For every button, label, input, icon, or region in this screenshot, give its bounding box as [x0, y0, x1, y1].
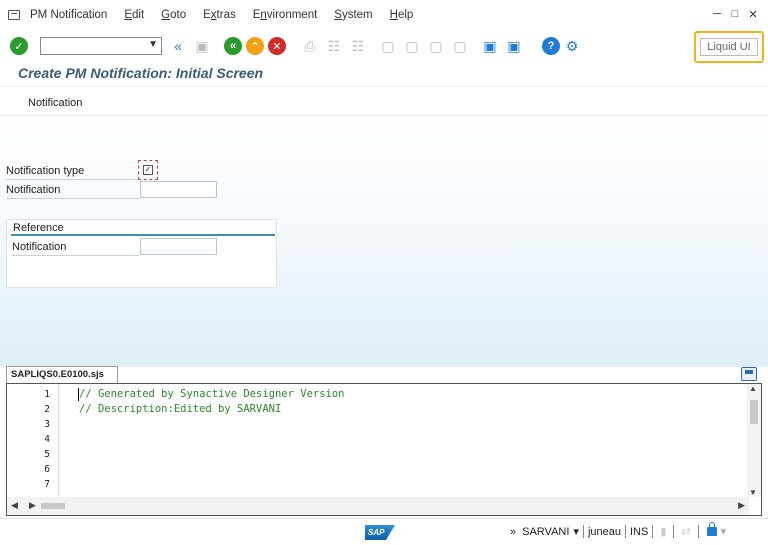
group-divider	[11, 234, 275, 236]
enter-icon[interactable]: ✓	[10, 37, 28, 55]
line-number: 4	[44, 434, 50, 445]
message-icon: ▮	[660, 526, 667, 538]
save-icon[interactable]	[741, 367, 757, 381]
window-controls: ─ □ ✕	[712, 8, 758, 21]
previous-page-icon: ▢	[405, 37, 419, 54]
line-number: 2	[44, 404, 50, 415]
next-page-icon: ▢	[429, 37, 443, 54]
status-info: » SARVANI ▾ juneau INS ▮ ⇄ ▾	[510, 522, 727, 538]
maximize-icon[interactable]: □	[730, 8, 740, 21]
page-title: Create PM Notification: Initial Screen	[18, 65, 264, 81]
chevron-down-icon[interactable]: ▼	[148, 39, 158, 50]
line-number: 6	[44, 464, 50, 475]
lock-icon[interactable]	[706, 522, 717, 536]
scroll-right-icon[interactable]: ▶	[29, 500, 36, 511]
menu-system[interactable]: System	[334, 9, 372, 21]
notification-type-label: Notification type	[6, 163, 139, 180]
save-icon: ▣	[195, 37, 209, 54]
reference-notification-label: Notification	[12, 239, 139, 256]
exit-icon[interactable]: ⌃	[246, 37, 264, 55]
notification-input[interactable]	[140, 181, 217, 198]
scroll-up-icon[interactable]: ▲	[749, 384, 757, 393]
scroll-right-icon[interactable]: ▶	[738, 500, 745, 511]
divider	[652, 525, 654, 538]
scroll-left-icon[interactable]: ◀	[11, 500, 18, 511]
last-page-icon: ▢	[453, 37, 467, 54]
first-page-icon: ▢	[381, 37, 395, 54]
line-number: 1	[44, 389, 50, 400]
scroll-thumb[interactable]	[41, 503, 65, 509]
system-name: SARVANI	[522, 525, 570, 538]
divider	[582, 525, 584, 538]
menu-edit[interactable]: Edit	[124, 9, 144, 21]
notification-type-field[interactable]: ✓	[138, 160, 158, 180]
application-toolbar: Notification	[0, 86, 768, 116]
tab-notification[interactable]: Notification	[28, 97, 82, 109]
menu-environment[interactable]: Environment	[253, 9, 318, 21]
transfer-icon: ⇄	[681, 526, 691, 538]
line-number-gutter: 1 2 3 4 5 6 7	[7, 384, 59, 497]
reference-group-title: Reference	[13, 222, 64, 234]
close-icon[interactable]: ✕	[748, 8, 758, 21]
divider	[624, 525, 626, 538]
code-line[interactable]: // Generated by Synactive Designer Versi…	[79, 388, 345, 400]
chevron-down-icon[interactable]: ▾	[573, 525, 579, 538]
line-number: 7	[44, 479, 50, 490]
menu-pm-notification[interactable]: PM Notification	[30, 9, 107, 21]
new-session-icon[interactable]: ▣	[482, 38, 498, 55]
find-next-icon: ☷	[351, 37, 365, 54]
line-number: 3	[44, 419, 50, 430]
shortcut-icon[interactable]: ▣	[506, 38, 522, 55]
server-name: juneau	[587, 525, 621, 538]
menu-bar: PM Notification Edit Goto Extras Environ…	[0, 0, 768, 30]
liquid-ui-label: Liquid UI	[700, 38, 758, 56]
input-mode: INS	[629, 525, 649, 538]
code-line[interactable]: // Description:Edited by SARVANI	[79, 403, 281, 415]
help-icon[interactable]: ?	[542, 37, 560, 55]
app-menu-icon[interactable]	[8, 10, 20, 20]
script-editor[interactable]: 1 2 3 4 5 6 7 // Generated by Synactive …	[6, 383, 762, 516]
print-icon: ⎙	[304, 37, 316, 54]
cancel-icon[interactable]: ✕	[268, 37, 286, 55]
liquid-ui-button[interactable]: Liquid UI	[694, 31, 764, 63]
menu-extras[interactable]: Extras	[203, 9, 236, 21]
checkbox-icon[interactable]: ✓	[143, 165, 153, 175]
minimize-icon[interactable]: ─	[712, 8, 722, 21]
dropdown-icon[interactable]: ▾	[721, 525, 727, 538]
menu-help[interactable]: Help	[390, 9, 414, 21]
vertical-scrollbar[interactable]: ▲ ▼	[747, 384, 761, 497]
scroll-thumb[interactable]	[750, 400, 758, 424]
editor-tab[interactable]: SAPLIQS0.E0100.sjs	[6, 366, 118, 383]
divider	[673, 525, 675, 538]
horizontal-scrollbar[interactable]: ◀ ▶ ▶	[7, 497, 749, 515]
divider	[697, 525, 699, 538]
sap-logo: SAP	[365, 525, 395, 540]
collapse-icon[interactable]: «	[170, 38, 186, 54]
notification-label: Notification	[6, 182, 139, 199]
expand-status-icon[interactable]: »	[510, 526, 516, 538]
scroll-down-icon[interactable]: ▼	[749, 488, 757, 497]
standard-toolbar: ✓ ▼ « ▣ « ⌃ ✕ ⎙ ☷ ☷ ▢ ▢ ▢ ▢ ▣ ▣ ? ⚙	[0, 30, 768, 62]
line-number: 5	[44, 449, 50, 460]
reference-notification-input[interactable]	[140, 238, 217, 255]
find-icon: ☷	[327, 37, 341, 54]
menu-goto[interactable]: Goto	[161, 9, 186, 21]
settings-icon[interactable]: ⚙	[564, 38, 580, 55]
status-bar: SAP » SARVANI ▾ juneau INS ▮ ⇄ ▾	[0, 518, 768, 545]
command-field[interactable]: ▼	[40, 37, 162, 55]
back-icon[interactable]: «	[224, 37, 242, 55]
